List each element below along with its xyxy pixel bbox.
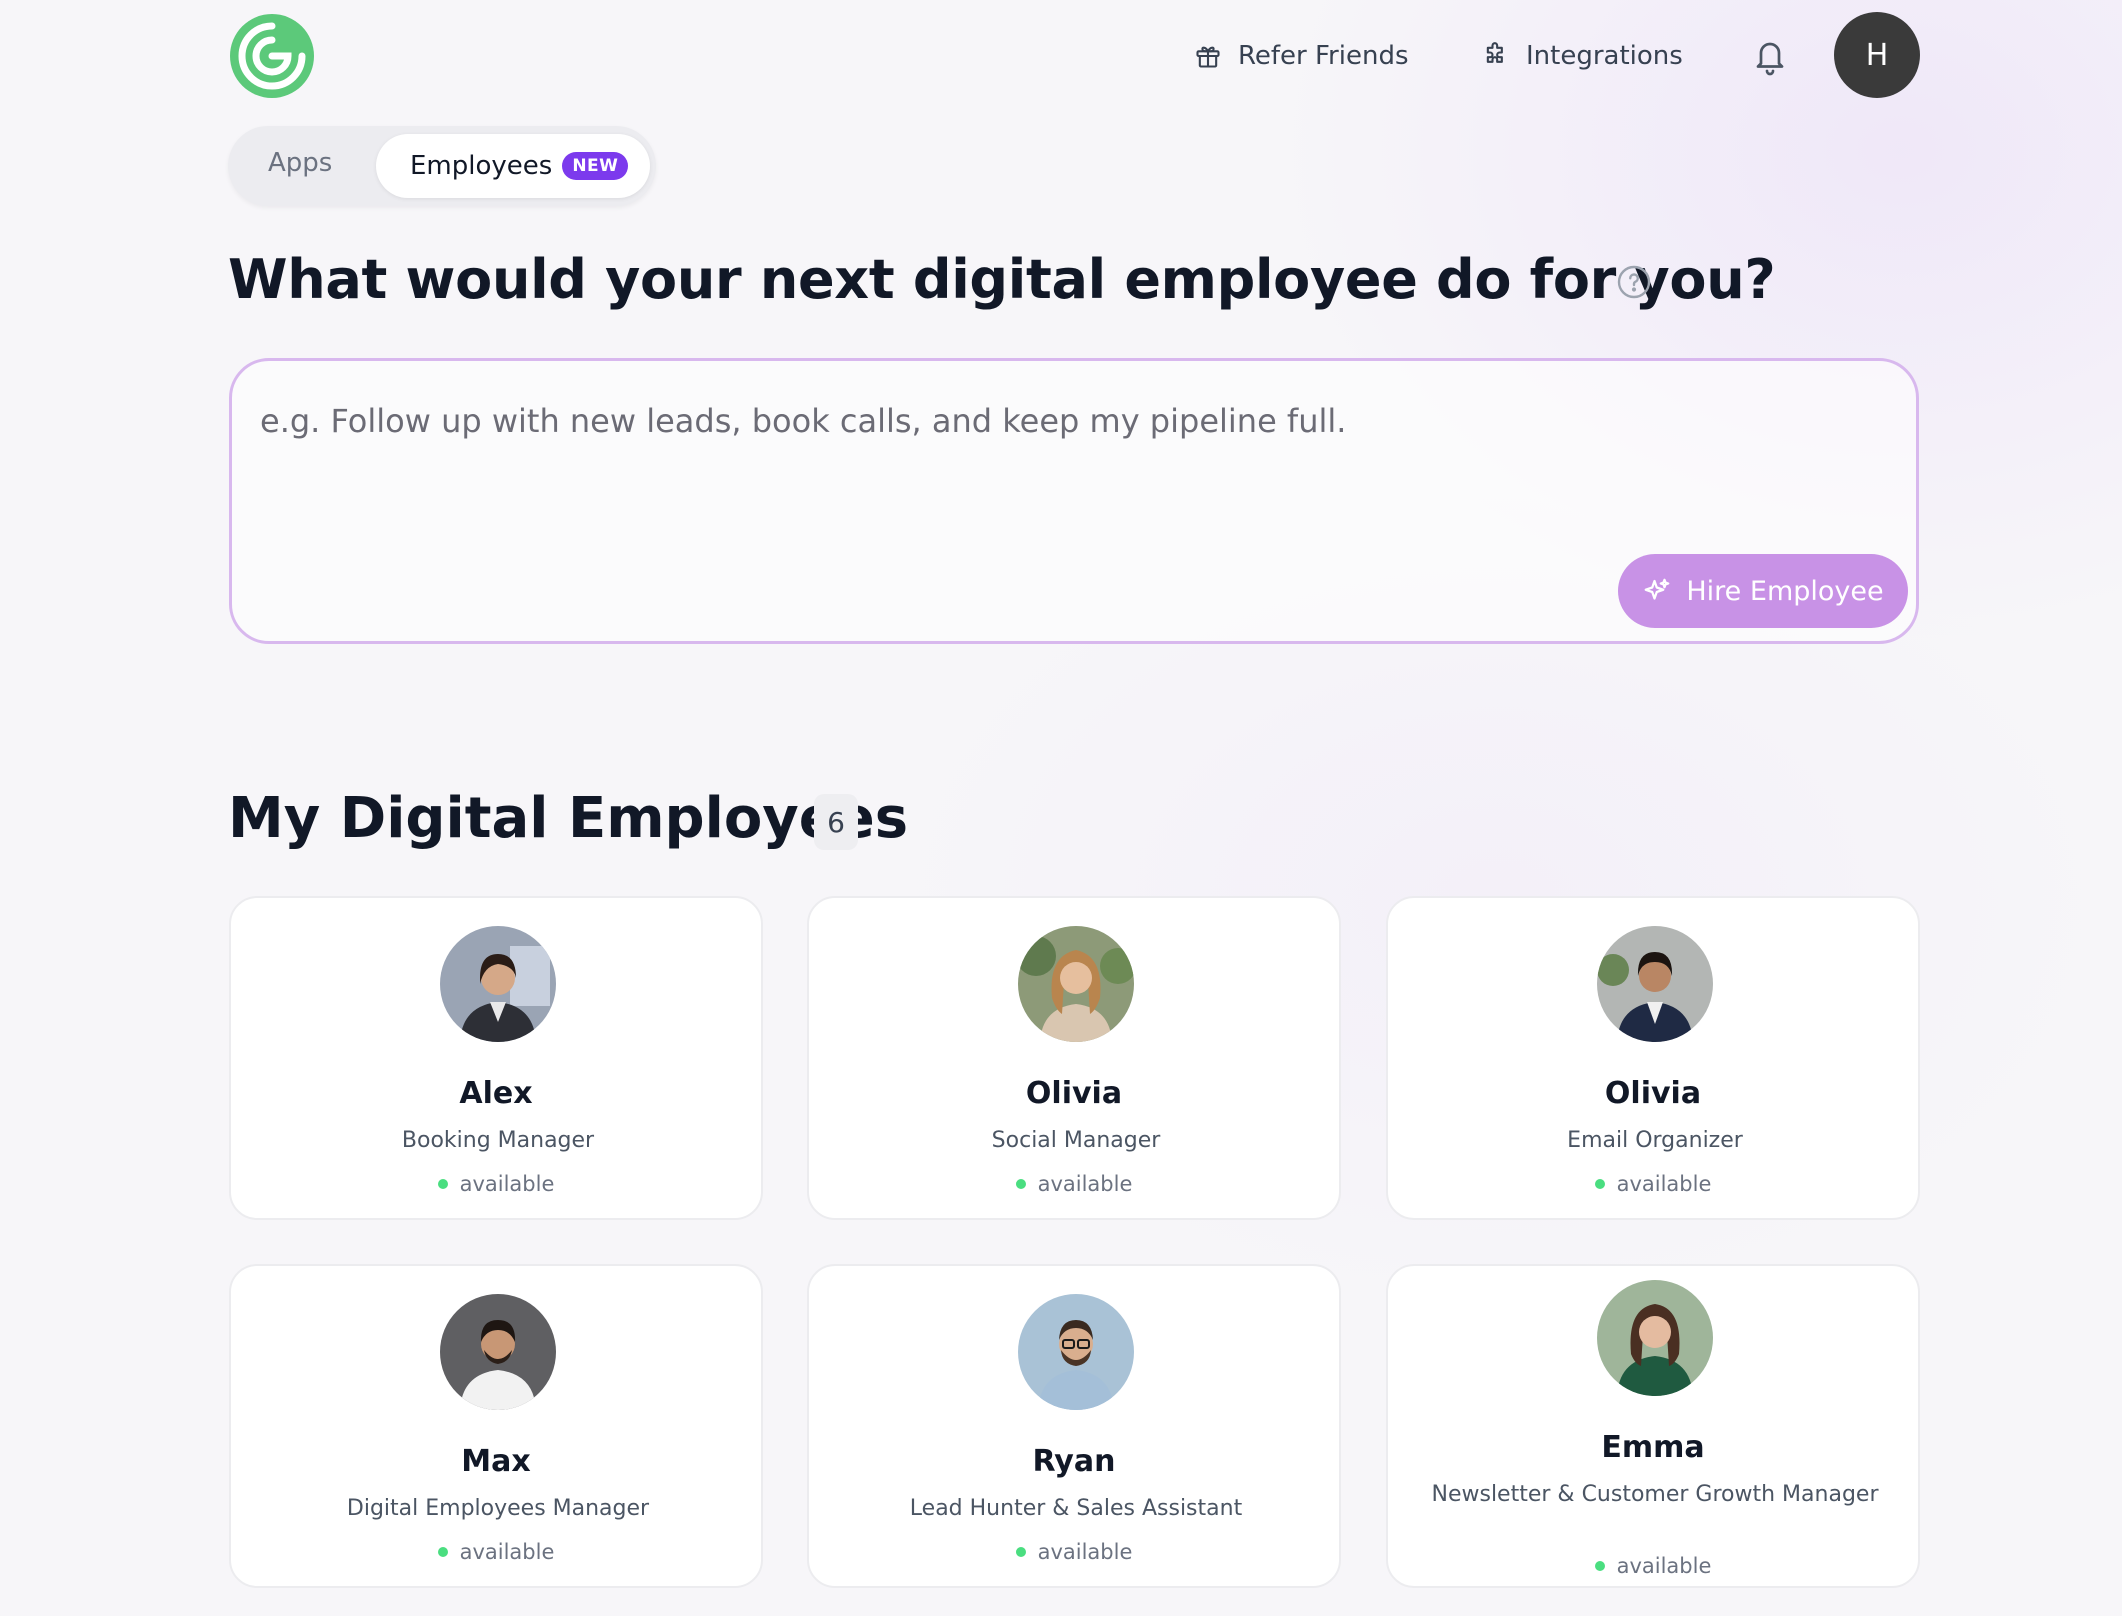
status-label: available — [459, 1172, 555, 1196]
status-label: available — [1037, 1172, 1133, 1196]
employee-name: Olivia — [1604, 1076, 1702, 1111]
tab-employees[interactable]: Employees NEW — [376, 134, 650, 198]
employee-avatar — [1597, 1280, 1713, 1396]
employee-avatar — [440, 1294, 556, 1410]
new-badge: NEW — [562, 152, 629, 180]
employee-status: available — [809, 1540, 1339, 1564]
refer-friends-link[interactable]: Refer Friends — [1194, 34, 1409, 78]
employee-card[interactable]: Alex Booking Manager available — [229, 896, 763, 1220]
employee-card[interactable]: Olivia Email Organizer available — [1386, 896, 1920, 1220]
employee-card[interactable]: Emma Newsletter & Customer Growth Manage… — [1386, 1264, 1920, 1588]
employee-name: Olivia — [1025, 1076, 1123, 1111]
employee-avatar — [1018, 926, 1134, 1042]
employee-card[interactable]: Olivia Social Manager available — [807, 896, 1341, 1220]
page-title: What would your next digital employee do… — [228, 248, 1776, 311]
user-avatar[interactable]: H — [1834, 12, 1920, 98]
bell-icon[interactable] — [1752, 36, 1788, 76]
sparkle-icon — [1645, 578, 1670, 600]
employee-count-badge: 6 — [814, 794, 858, 850]
task-description-input[interactable] — [260, 391, 1760, 451]
status-dot — [437, 1547, 448, 1557]
employee-avatar — [1597, 926, 1713, 1042]
status-dot — [1594, 1179, 1605, 1189]
employee-card[interactable]: Max Digital Employees Manager available — [229, 1264, 763, 1588]
employee-status: available — [1388, 1172, 1918, 1196]
status-label: available — [1616, 1554, 1712, 1578]
integrations-link[interactable]: Integrations — [1482, 34, 1683, 78]
employee-role: Newsletter & Customer Growth Manager — [1431, 1482, 1879, 1507]
employee-name: Emma — [1601, 1430, 1705, 1465]
brand-logo[interactable] — [228, 12, 316, 100]
refer-friends-label: Refer Friends — [1238, 41, 1409, 71]
employee-role: Digital Employees Manager — [346, 1496, 650, 1521]
status-dot — [1015, 1179, 1026, 1189]
section-title: My Digital Employees — [228, 786, 909, 851]
employee-name: Alex — [459, 1076, 533, 1111]
status-dot — [1015, 1547, 1026, 1557]
status-dot — [1594, 1561, 1605, 1571]
status-label: available — [1037, 1540, 1133, 1564]
employee-role: Booking Manager — [401, 1128, 595, 1153]
user-initial: H — [1865, 37, 1889, 73]
mode-tabs: Apps Employees NEW — [228, 126, 656, 206]
status-dot — [437, 1179, 448, 1189]
employee-role: Lead Hunter & Sales Assistant — [909, 1496, 1243, 1521]
status-label: available — [459, 1540, 555, 1564]
employee-status: available — [231, 1540, 761, 1564]
tab-apps[interactable]: Apps — [268, 148, 332, 178]
puzzle-icon — [1486, 42, 1503, 63]
employee-name: Ryan — [1032, 1444, 1116, 1479]
employee-status: available — [809, 1172, 1339, 1196]
tab-employees-label: Employees — [410, 151, 553, 181]
employee-avatar — [1018, 1294, 1134, 1410]
employee-status: available — [1388, 1554, 1918, 1578]
help-icon[interactable] — [1616, 264, 1652, 300]
integrations-label: Integrations — [1526, 41, 1683, 71]
hire-employee-button[interactable]: Hire Employee — [1618, 554, 1908, 628]
employee-avatar — [440, 926, 556, 1042]
employee-role: Email Organizer — [1567, 1128, 1743, 1153]
hire-employee-label: Hire Employee — [1686, 575, 1884, 607]
gift-icon — [1196, 46, 1220, 68]
employee-role: Social Manager — [991, 1128, 1161, 1153]
status-label: available — [1616, 1172, 1712, 1196]
prompt-box: Hire Employee — [229, 358, 1919, 644]
employee-status: available — [231, 1172, 761, 1196]
employee-name: Max — [461, 1444, 531, 1479]
employee-card[interactable]: Ryan Lead Hunter & Sales Assistant avail… — [807, 1264, 1341, 1588]
